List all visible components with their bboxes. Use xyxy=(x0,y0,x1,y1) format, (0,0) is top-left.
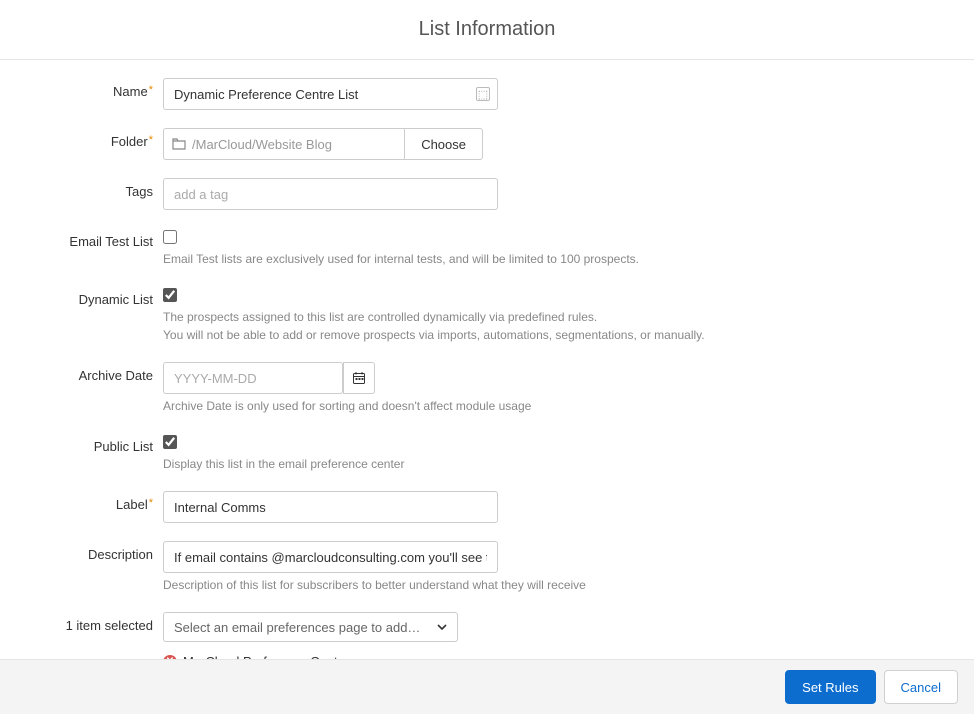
email-test-checkbox[interactable] xyxy=(163,230,177,244)
description-input[interactable] xyxy=(163,541,498,573)
folder-path-display: /MarCloud/Website Blog xyxy=(163,128,404,160)
row-description: Description Description of this list for… xyxy=(0,541,974,594)
row-public: Public List Display this list in the ema… xyxy=(0,433,974,473)
description-help: Description of this list for subscribers… xyxy=(163,576,956,594)
footer-bar: Set Rules Cancel xyxy=(0,659,974,714)
label-description: Description xyxy=(18,541,163,562)
form-area: Name* ⬚ Folder* /MarCloud/Website Blog C… xyxy=(0,60,974,695)
row-archive: Archive Date Archive Date is only used f… xyxy=(0,362,974,415)
pref-page-select[interactable]: Select an email preferences page to add… xyxy=(163,612,458,642)
label-folder: Folder* xyxy=(18,128,163,149)
pref-page-select-placeholder: Select an email preferences page to add… xyxy=(174,620,420,635)
page-title: List Information xyxy=(0,0,974,59)
label-public: Public List xyxy=(18,433,163,454)
label-tags: Tags xyxy=(18,178,163,199)
dynamic-help-1: The prospects assigned to this list are … xyxy=(163,308,956,326)
folder-path-text: /MarCloud/Website Blog xyxy=(192,137,332,152)
archive-help: Archive Date is only used for sorting an… xyxy=(163,397,956,415)
label-input[interactable] xyxy=(163,491,498,523)
name-input[interactable] xyxy=(163,78,498,110)
label-email-test: Email Test List xyxy=(18,228,163,249)
merge-field-icon[interactable]: ⬚ xyxy=(476,87,490,101)
cancel-button[interactable]: Cancel xyxy=(884,670,958,704)
row-folder: Folder* /MarCloud/Website Blog Choose xyxy=(0,128,974,160)
dynamic-help-2: You will not be able to add or remove pr… xyxy=(163,326,956,344)
public-checkbox[interactable] xyxy=(163,435,177,449)
label-dynamic: Dynamic List xyxy=(18,286,163,307)
calendar-icon xyxy=(352,371,366,385)
label-archive: Archive Date xyxy=(18,362,163,383)
row-email-test: Email Test List Email Test lists are exc… xyxy=(0,228,974,268)
tags-input[interactable] xyxy=(163,178,498,210)
folder-icon xyxy=(172,138,186,150)
set-rules-button[interactable]: Set Rules xyxy=(785,670,875,704)
archive-date-input[interactable] xyxy=(163,362,343,394)
chevron-down-icon xyxy=(437,624,447,630)
row-dynamic: Dynamic List The prospects assigned to t… xyxy=(0,286,974,344)
label-label: Label* xyxy=(18,491,163,512)
row-name: Name* ⬚ xyxy=(0,78,974,110)
label-pref-count: 1 item selected xyxy=(18,612,163,633)
choose-folder-button[interactable]: Choose xyxy=(404,128,483,160)
dynamic-checkbox[interactable] xyxy=(163,288,177,302)
public-help: Display this list in the email preferenc… xyxy=(163,455,956,473)
row-label: Label* xyxy=(0,491,974,523)
email-test-help: Email Test lists are exclusively used fo… xyxy=(163,250,956,268)
row-tags: Tags xyxy=(0,178,974,210)
calendar-button[interactable] xyxy=(343,362,375,394)
label-name: Name* xyxy=(18,78,163,99)
